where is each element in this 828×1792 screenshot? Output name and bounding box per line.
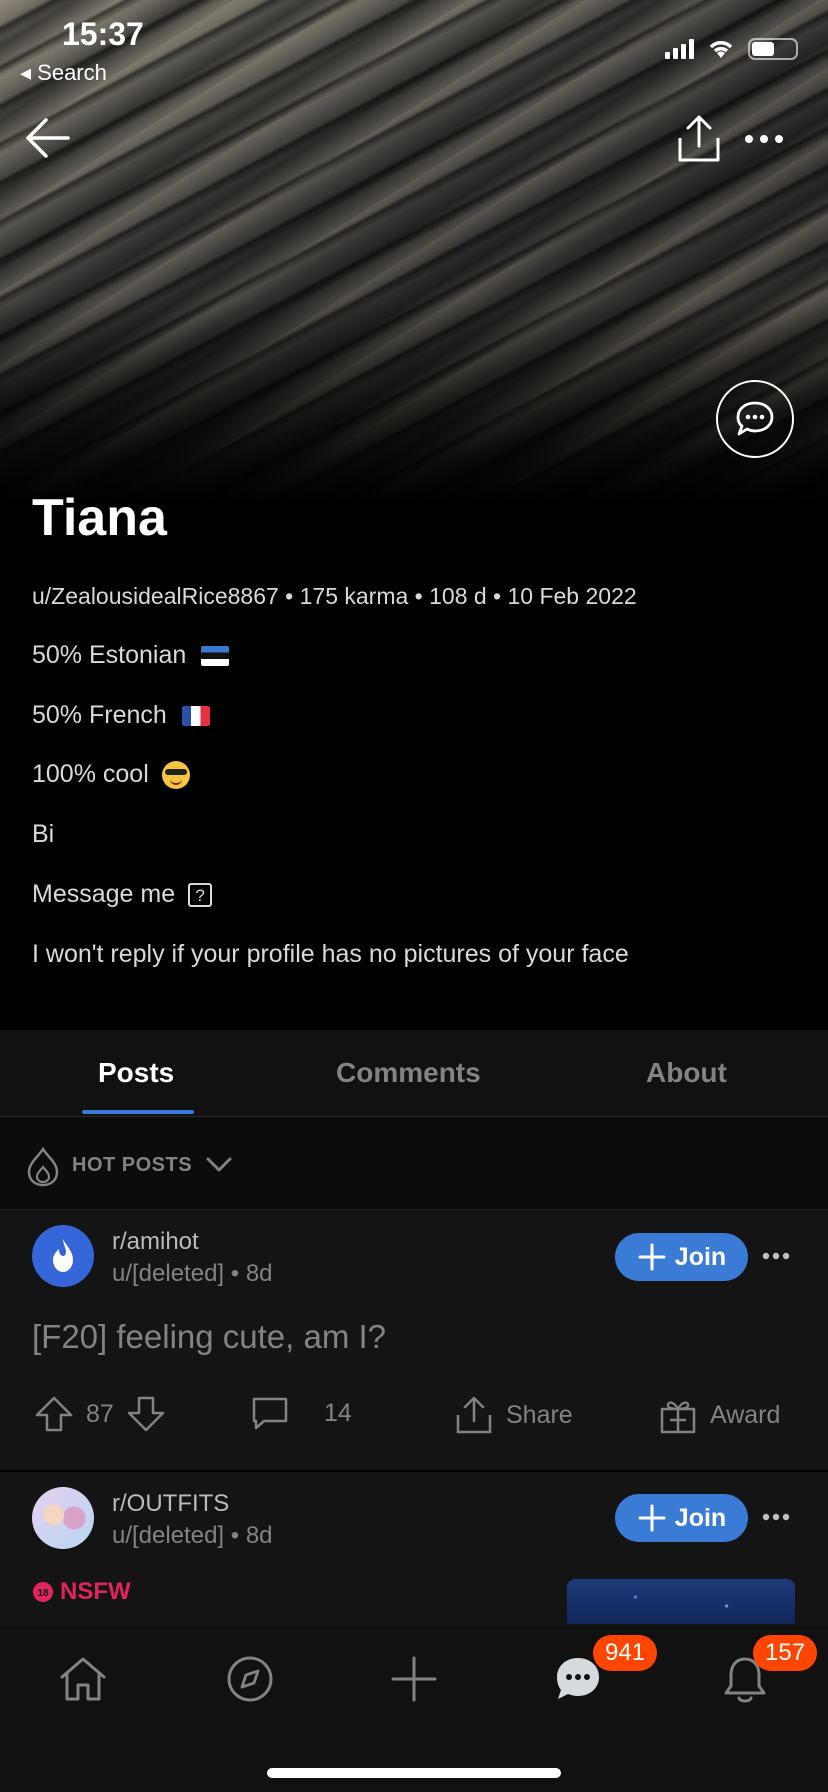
plus-icon	[638, 1243, 666, 1271]
share-icon[interactable]	[676, 114, 722, 164]
svg-text:18: 18	[37, 1588, 49, 1599]
status-time: 15:37	[62, 16, 144, 52]
send-message-button[interactable]	[716, 380, 794, 458]
comment-icon	[252, 1397, 288, 1430]
vote-controls: 87	[34, 1395, 166, 1433]
plus-icon	[638, 1504, 666, 1532]
home-icon[interactable]	[58, 1655, 108, 1703]
nsfw-tag: 18 NSFW	[32, 1578, 131, 1606]
comment-count: 14	[324, 1398, 352, 1427]
bottom-navigation: 941 157	[0, 1625, 828, 1792]
sort-label[interactable]: HOT POSTS	[72, 1154, 192, 1177]
post-meta[interactable]: u/[deleted] • 8d	[112, 1260, 273, 1288]
bio-text: 100% cool	[32, 760, 149, 788]
nsfw-label: NSFW	[60, 1578, 131, 1605]
bio-text: 50% Estonian	[32, 641, 187, 669]
comments-button[interactable]: 14	[250, 1395, 352, 1431]
more-options-icon[interactable]	[744, 134, 784, 144]
estonia-flag-icon	[201, 646, 230, 667]
bio-line: Message me ?	[32, 880, 213, 909]
back-to-search-link[interactable]: ◂ Search	[20, 60, 107, 86]
chevron-down-icon[interactable]	[206, 1157, 232, 1173]
profile-tabs: Posts Comments About	[0, 1030, 828, 1117]
sunglasses-emoji-icon	[161, 761, 190, 790]
explore-compass-icon[interactable]	[226, 1655, 274, 1703]
nsfw-18-icon: 18	[33, 1582, 53, 1602]
post-meta[interactable]: u/[deleted] • 8d	[112, 1522, 273, 1550]
award-label: Award	[710, 1400, 781, 1429]
join-label: Join	[674, 1503, 727, 1532]
post-thumbnail[interactable]	[567, 1579, 795, 1624]
tab-about[interactable]: About	[646, 1057, 727, 1089]
post-title[interactable]: [F20] feeling cute, am I?	[32, 1318, 386, 1356]
bio-text: I won't reply if your profile has no pic…	[32, 940, 629, 968]
join-label: Join	[674, 1242, 727, 1271]
bio-line: I won't reply if your profile has no pic…	[32, 940, 629, 969]
bio-text: 50% French	[32, 701, 167, 729]
sort-bar[interactable]: HOT POSTS	[0, 1117, 828, 1210]
battery-icon	[748, 38, 798, 60]
bio-text: Bi	[32, 820, 55, 848]
share-icon	[456, 1396, 492, 1434]
subreddit-avatar[interactable]	[32, 1487, 94, 1549]
share-button[interactable]: Share	[454, 1395, 573, 1435]
banner-fade	[0, 300, 828, 505]
vote-score: 87	[86, 1399, 114, 1428]
award-button[interactable]: Award	[658, 1395, 780, 1435]
gift-icon	[660, 1401, 696, 1434]
bio-text: Message me	[32, 880, 176, 908]
active-tab-indicator	[82, 1110, 194, 1114]
post-more-icon[interactable]	[762, 1513, 790, 1521]
wifi-icon	[709, 41, 733, 58]
downvote-icon[interactable]	[126, 1395, 166, 1433]
bio-line: Bi	[32, 820, 54, 849]
cellular-signal-icon	[665, 39, 694, 59]
profile-meta-line: u/ZealousidealRice8867 • 175 karma • 108…	[32, 583, 637, 609]
unknown-glyph-box: ?	[188, 883, 213, 908]
profile-display-name: Tiana	[32, 489, 167, 547]
notifications-badge: 157	[753, 1635, 818, 1671]
create-post-plus-icon[interactable]	[390, 1655, 438, 1703]
bio-line: 100% cool	[32, 760, 190, 790]
home-indicator[interactable]	[267, 1768, 561, 1778]
france-flag-icon	[181, 706, 210, 727]
flame-drop-icon	[53, 1239, 73, 1272]
tab-comments[interactable]: Comments	[336, 1057, 481, 1089]
bio-line: 50% Estonian	[32, 641, 230, 670]
chat-bubble-icon	[736, 401, 774, 436]
upvote-icon[interactable]	[34, 1395, 74, 1433]
chat-badge: 941	[593, 1635, 658, 1671]
join-button[interactable]: Join	[615, 1233, 748, 1281]
post-more-icon[interactable]	[762, 1252, 790, 1260]
status-icons	[665, 38, 798, 60]
join-button[interactable]: Join	[615, 1494, 748, 1542]
subreddit-avatar[interactable]	[32, 1225, 94, 1287]
flame-icon	[27, 1147, 59, 1187]
back-arrow-icon[interactable]	[24, 114, 72, 162]
subreddit-name[interactable]: r/amihot	[112, 1228, 199, 1256]
share-label: Share	[506, 1400, 573, 1429]
bio-line: 50% French	[32, 701, 210, 730]
tab-posts[interactable]: Posts	[98, 1057, 174, 1089]
subreddit-name[interactable]: r/OUTFITS	[112, 1490, 229, 1518]
